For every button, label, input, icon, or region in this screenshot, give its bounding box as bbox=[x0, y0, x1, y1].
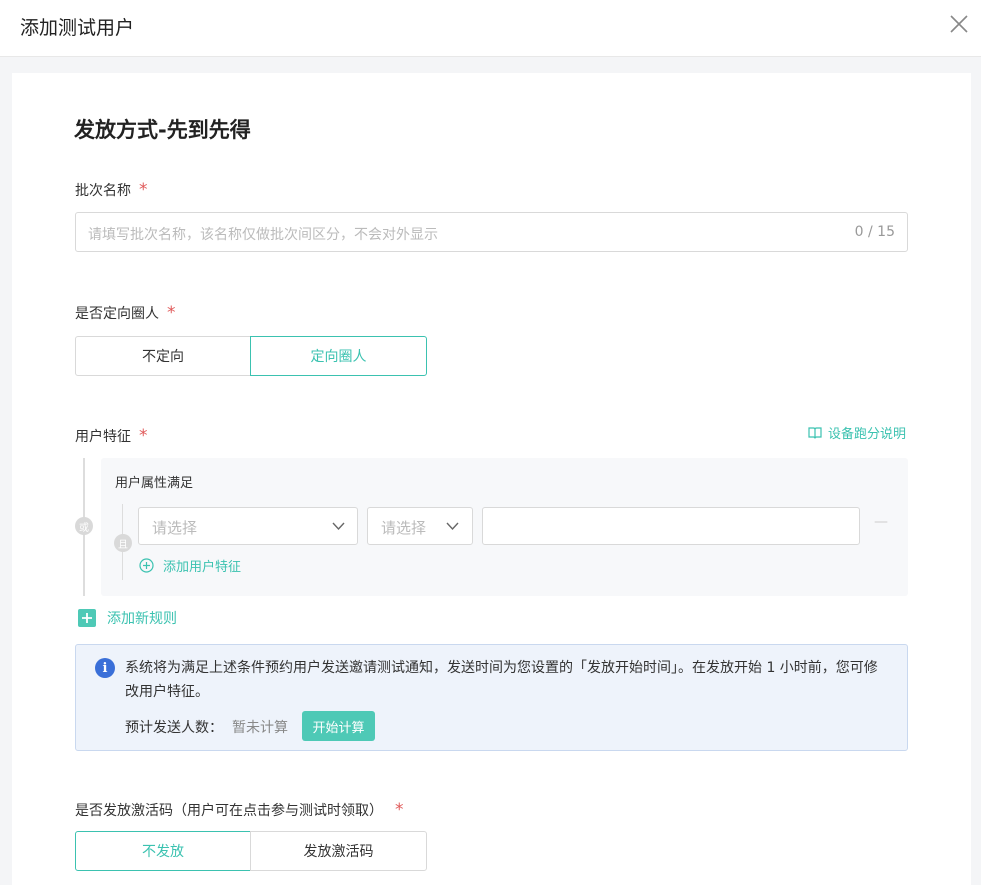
group-title: 用户属性满足 bbox=[115, 476, 194, 491]
operator-select-placeholder: 请选择 bbox=[381, 519, 427, 537]
estimate-value: 暂未计算 bbox=[232, 720, 288, 736]
activation-label: 是否发放激活码（用户可在点击参与测试时领取） * bbox=[75, 800, 404, 820]
close-icon[interactable] bbox=[947, 12, 971, 36]
modal-title: 添加测试用户 bbox=[20, 17, 135, 39]
batch-name-label-text: 批次名称 bbox=[75, 183, 131, 199]
batch-name-label: 批次名称 * bbox=[75, 180, 148, 200]
add-feature-text: 添加用户特征 bbox=[163, 560, 242, 575]
add-rule-text: 添加新规则 bbox=[107, 611, 177, 627]
or-badge: 或 bbox=[75, 517, 93, 535]
estimate-label: 预计发送人数： bbox=[125, 720, 223, 736]
required-mark: * bbox=[395, 800, 404, 820]
activation-option-none[interactable]: 不发放 bbox=[75, 831, 251, 871]
add-feature-button[interactable]: 添加用户特征 bbox=[139, 556, 241, 575]
plus-square-icon bbox=[78, 609, 96, 627]
batch-name-input[interactable]: 请填写批次名称，该名称仅做批次间区分，不会对外显示 0 / 15 bbox=[75, 212, 908, 252]
required-mark: * bbox=[139, 426, 148, 446]
targeting-option-none[interactable]: 不定向 bbox=[75, 336, 251, 376]
feature-value-input[interactable] bbox=[482, 507, 860, 545]
info-icon: i bbox=[95, 658, 115, 678]
chevron-down-icon bbox=[446, 522, 459, 531]
help-link-text: 设备跑分说明 bbox=[828, 427, 907, 442]
start-calculation-button[interactable]: 开始计算 bbox=[302, 711, 375, 741]
notice-box: i 系统将为满足上述条件预约用户发送邀请测试通知，发送时间为您设置的「发放开始时… bbox=[75, 644, 908, 751]
remove-condition-button[interactable]: — bbox=[874, 514, 888, 530]
user-features-label-text: 用户特征 bbox=[75, 429, 131, 445]
plus-circle-icon bbox=[139, 558, 154, 573]
char-counter: 0 / 15 bbox=[854, 224, 895, 240]
targeting-option-targeted[interactable]: 定向圈人 bbox=[250, 336, 427, 376]
required-mark: * bbox=[139, 180, 148, 200]
add-rule-button[interactable]: 添加新规则 bbox=[78, 608, 177, 628]
notice-text: 系统将为满足上述条件预约用户发送邀请测试通知，发送时间为您设置的「发放开始时间」… bbox=[125, 660, 878, 700]
section-title: 发放方式-先到先得 bbox=[74, 118, 251, 142]
targeting-label: 是否定向圈人 * bbox=[75, 303, 176, 323]
chevron-down-icon bbox=[332, 522, 345, 531]
batch-name-placeholder: 请填写批次名称，该名称仅做批次间区分，不会对外显示 bbox=[88, 227, 438, 243]
targeting-label-text: 是否定向圈人 bbox=[75, 306, 159, 322]
book-icon bbox=[808, 426, 822, 439]
feature-operator-select[interactable]: 请选择 bbox=[367, 507, 473, 545]
feature-attribute-select[interactable]: 请选择 bbox=[138, 507, 358, 545]
required-mark: * bbox=[167, 303, 176, 323]
activation-option-issue[interactable]: 发放激活码 bbox=[250, 831, 427, 871]
user-features-label: 用户特征 * bbox=[75, 426, 148, 446]
and-badge: 且 bbox=[114, 534, 132, 552]
modal-header: 添加测试用户 bbox=[0, 0, 981, 57]
attribute-select-placeholder: 请选择 bbox=[152, 519, 198, 537]
activation-label-text: 是否发放激活码（用户可在点击参与测试时领取） bbox=[75, 803, 383, 819]
benchmark-help-link[interactable]: 设备跑分说明 bbox=[808, 423, 906, 442]
